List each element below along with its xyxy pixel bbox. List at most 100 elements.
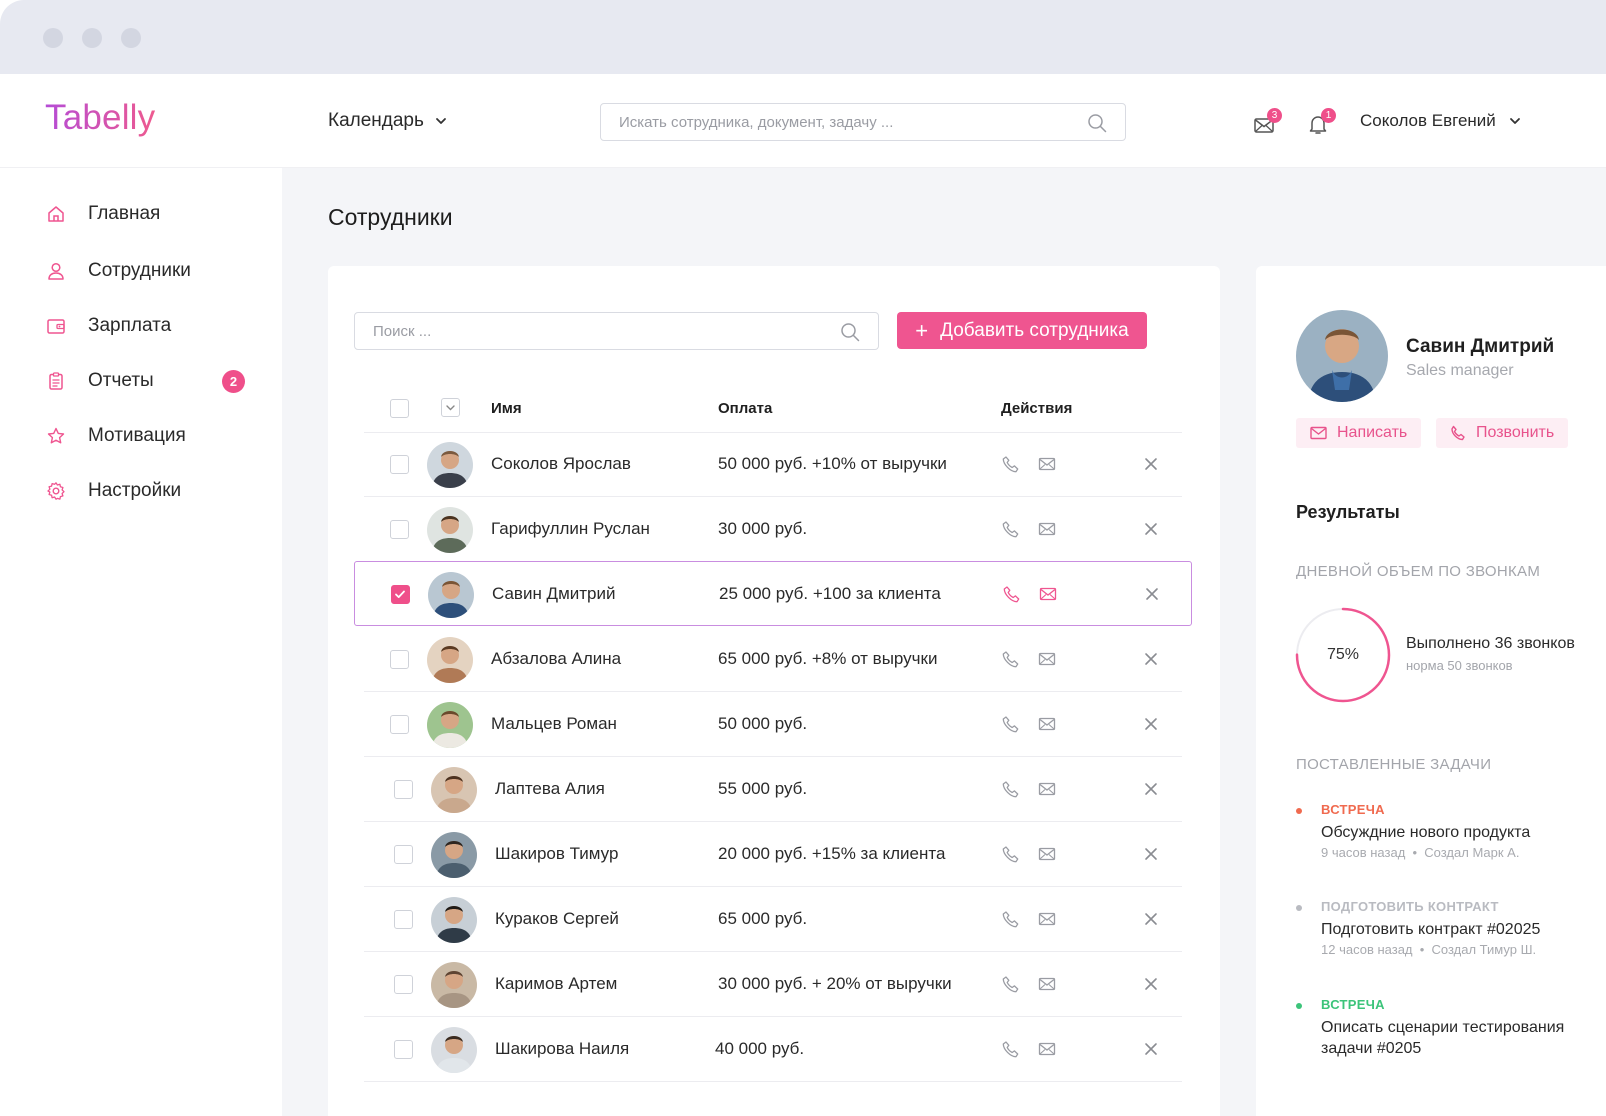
phone-icon[interactable]: [1002, 520, 1020, 538]
close-icon[interactable]: [1142, 715, 1160, 733]
row-checkbox[interactable]: [390, 520, 409, 539]
window-control-dot[interactable]: [121, 28, 141, 48]
employee-name[interactable]: Кураков Сергей: [495, 909, 619, 929]
close-icon[interactable]: [1142, 455, 1160, 473]
add-employee-button[interactable]: + Добавить сотрудника: [897, 312, 1147, 349]
phone-icon[interactable]: [1002, 975, 1020, 993]
phone-icon[interactable]: [1002, 1040, 1020, 1058]
employee-name[interactable]: Мальцев Роман: [491, 714, 617, 734]
task-title[interactable]: Описать сценарии тестирования задачи #02…: [1321, 1017, 1606, 1059]
table-row[interactable]: Лаптева Алия 55 000 руб.: [364, 757, 1182, 822]
mail-icon[interactable]: [1038, 650, 1056, 668]
messages-button[interactable]: 3: [1252, 108, 1282, 136]
mail-icon[interactable]: [1038, 845, 1056, 863]
close-icon[interactable]: [1142, 520, 1160, 538]
row-checkbox[interactable]: [391, 585, 410, 604]
sidebar-item-salary[interactable]: Зарплата: [46, 311, 256, 341]
write-message-button[interactable]: Написать: [1296, 418, 1422, 448]
table-row[interactable]: Абзалова Алина 65 000 руб. +8% от выручки: [364, 627, 1182, 692]
table-row[interactable]: Шакирова Наиля 40 000 руб.: [364, 1017, 1182, 1082]
table-row[interactable]: Шакиров Тимур 20 000 руб. +15% за клиента: [364, 822, 1182, 887]
phone-icon[interactable]: [1003, 585, 1021, 603]
table-row[interactable]: Савин Дмитрий 25 000 руб. +100 за клиента: [354, 561, 1192, 626]
employee-name[interactable]: Каримов Артем: [495, 974, 617, 994]
search-icon[interactable]: [1087, 113, 1107, 133]
select-all-checkbox[interactable]: [390, 399, 409, 418]
close-icon[interactable]: [1142, 650, 1160, 668]
table-row[interactable]: Соколов Ярослав 50 000 руб. +10% от выруч…: [364, 432, 1182, 497]
close-icon[interactable]: [1142, 845, 1160, 863]
search-icon[interactable]: [840, 322, 860, 342]
sidebar-item-home[interactable]: Главная: [46, 199, 256, 229]
row-checkbox[interactable]: [394, 780, 413, 799]
task-type: ПОДГОТОВИТЬ КОНТРАКТ: [1321, 899, 1499, 914]
employee-name[interactable]: Шакирова Наиля: [495, 1039, 629, 1059]
mail-icon[interactable]: [1038, 520, 1056, 538]
mail-icon[interactable]: [1038, 780, 1056, 798]
sidebar-item-label: Отчеты: [88, 370, 154, 391]
sidebar-item-reports[interactable]: Отчеты 2: [46, 366, 256, 396]
row-checkbox[interactable]: [394, 910, 413, 929]
column-header-pay[interactable]: Оплата: [718, 400, 772, 417]
global-search-input[interactable]: [619, 104, 1079, 140]
notifications-button[interactable]: 1: [1306, 108, 1336, 136]
mail-icon[interactable]: [1038, 975, 1056, 993]
row-checkbox[interactable]: [390, 455, 409, 474]
employee-search-input[interactable]: [373, 313, 833, 349]
task-title[interactable]: Подготовить контракт #02025: [1321, 919, 1606, 940]
calendar-menu[interactable]: Календарь: [328, 110, 448, 132]
sidebar-item-employees[interactable]: Сотрудники: [46, 256, 256, 286]
notifications-count-badge: 1: [1321, 108, 1336, 123]
calls-norm-text: норма 50 звонков: [1406, 658, 1513, 673]
employee-name[interactable]: Гарифуллин Руслан: [491, 519, 650, 539]
mail-icon[interactable]: [1039, 585, 1057, 603]
user-menu[interactable]: Соколов Евгений: [1360, 111, 1522, 131]
employee-name[interactable]: Абзалова Алина: [491, 649, 621, 669]
column-header-name[interactable]: Имя: [491, 400, 522, 417]
phone-icon[interactable]: [1002, 845, 1020, 863]
phone-icon[interactable]: [1002, 715, 1020, 733]
mail-icon[interactable]: [1038, 910, 1056, 928]
phone-icon[interactable]: [1002, 910, 1020, 928]
mail-icon[interactable]: [1038, 455, 1056, 473]
employee-name[interactable]: Лаптева Алия: [495, 779, 605, 799]
call-label: Позвонить: [1476, 424, 1555, 441]
app-logo[interactable]: Tabelly: [45, 98, 155, 138]
close-icon[interactable]: [1142, 975, 1160, 993]
sidebar-item-motivation[interactable]: Мотивация: [46, 421, 256, 451]
table-row[interactable]: Каримов Артем 30 000 руб. + 20% от выручк…: [364, 952, 1182, 1017]
phone-icon[interactable]: [1002, 780, 1020, 798]
row-checkbox[interactable]: [394, 975, 413, 994]
row-checkbox[interactable]: [390, 715, 409, 734]
employee-name[interactable]: Шакиров Тимур: [495, 844, 618, 864]
task-status-dot: [1296, 808, 1302, 814]
mail-icon[interactable]: [1038, 1040, 1056, 1058]
sidebar-item-settings[interactable]: Настройки: [46, 476, 256, 506]
bulk-select-dropdown[interactable]: [441, 398, 460, 417]
table-row[interactable]: Кураков Сергей 65 000 руб.: [364, 887, 1182, 952]
employee-pay: 55 000 руб.: [718, 779, 808, 798]
row-checkbox[interactable]: [394, 845, 413, 864]
tasks-section-title: ПОСТАВЛЕННЫЕ ЗАДАЧИ: [1296, 756, 1492, 773]
employee-name[interactable]: Савин Дмитрий: [492, 584, 616, 604]
close-icon[interactable]: [1142, 910, 1160, 928]
table-row[interactable]: Гарифуллин Руслан 30 000 руб.: [364, 497, 1182, 562]
avatar: [431, 832, 477, 878]
task-title[interactable]: Обсуждние нового продукта: [1321, 822, 1606, 843]
employee-name[interactable]: Соколов Ярослав: [491, 454, 631, 474]
table-row[interactable]: Мальцев Роман 50 000 руб.: [364, 692, 1182, 757]
close-icon[interactable]: [1142, 1040, 1160, 1058]
close-icon[interactable]: [1143, 585, 1161, 603]
row-checkbox[interactable]: [390, 650, 409, 669]
row-checkbox[interactable]: [394, 1040, 413, 1059]
avatar: [431, 767, 477, 813]
mail-icon[interactable]: [1038, 715, 1056, 733]
phone-icon[interactable]: [1002, 650, 1020, 668]
task-type: ВСТРЕЧА: [1321, 997, 1385, 1012]
window-control-dot[interactable]: [43, 28, 63, 48]
phone-icon[interactable]: [1002, 455, 1020, 473]
call-button[interactable]: Позвонить: [1436, 418, 1569, 448]
close-icon[interactable]: [1142, 780, 1160, 798]
write-message-label: Написать: [1337, 424, 1408, 441]
window-control-dot[interactable]: [82, 28, 102, 48]
